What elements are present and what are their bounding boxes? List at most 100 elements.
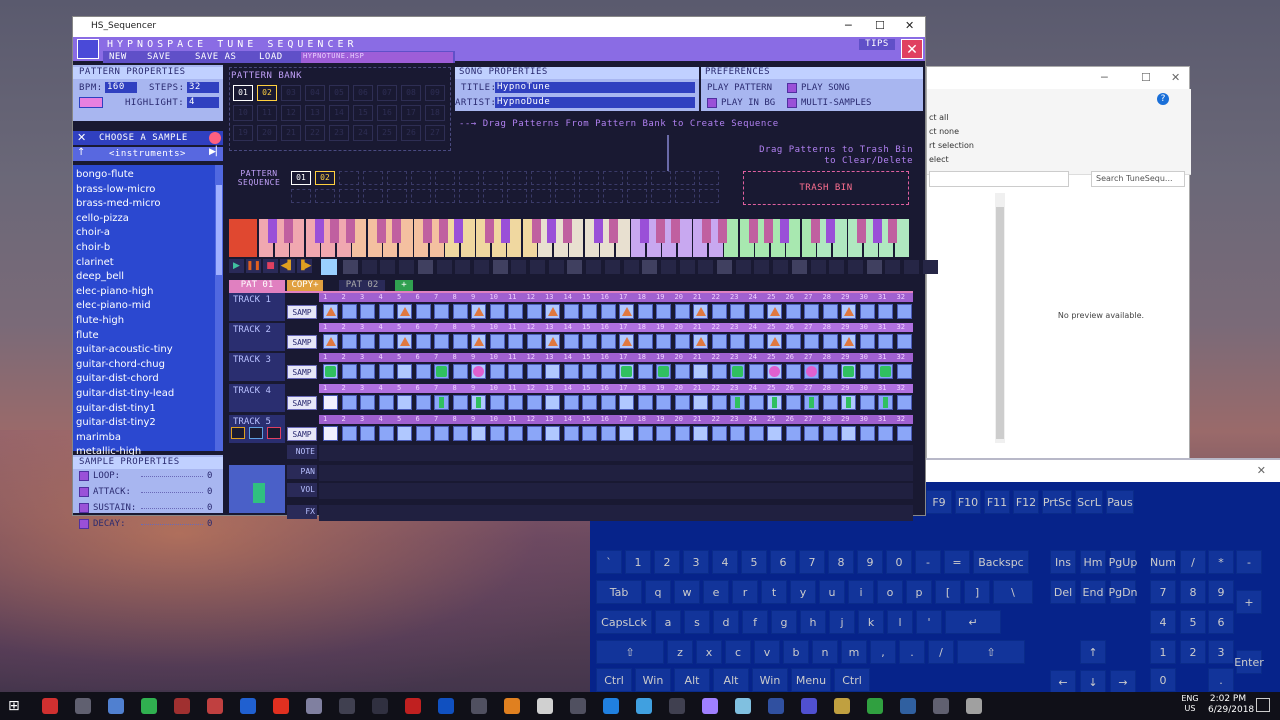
osk-key[interactable]: 6 (770, 550, 796, 574)
step-cell[interactable] (452, 395, 468, 410)
step-cell[interactable] (859, 364, 875, 379)
piano-black-key[interactable] (345, 219, 355, 243)
osk-nav-key[interactable]: Ins (1050, 550, 1076, 574)
step-cell[interactable] (341, 334, 357, 349)
pattern-tab[interactable]: PAT 02 (339, 280, 385, 291)
osk-key[interactable]: Ctrl (834, 668, 870, 692)
sample-item[interactable]: guitar-dist-tiny2 (76, 417, 156, 428)
step-cell[interactable] (637, 304, 653, 319)
pattern-color-swatch[interactable] (79, 97, 103, 108)
step-cell[interactable] (896, 395, 912, 410)
osk-key[interactable]: Tab (596, 580, 642, 604)
step-cell[interactable] (693, 334, 708, 349)
step-cell[interactable] (378, 364, 394, 379)
step-cell[interactable] (471, 426, 486, 441)
taskbar-app-icon[interactable] (207, 698, 223, 714)
step-cell[interactable] (674, 304, 690, 319)
step-cell[interactable] (619, 426, 634, 441)
step-cell[interactable] (489, 426, 505, 441)
osk-key[interactable]: Win (635, 668, 671, 692)
forward-icon[interactable]: ▐▶ (297, 259, 312, 273)
step-cell[interactable] (563, 304, 579, 319)
pattern-bank-slot[interactable]: 19 (233, 125, 253, 141)
pattern-bank-slot[interactable]: 17 (401, 105, 421, 121)
piano-black-key[interactable] (423, 219, 432, 243)
sample-item[interactable]: guitar-acoustic-tiny (76, 344, 173, 355)
pattern-bank-slot[interactable]: 03 (281, 85, 301, 101)
piano-black-key[interactable] (500, 219, 510, 243)
pattern-bank-slot[interactable]: 10 (233, 105, 253, 121)
sequence-slot[interactable] (291, 189, 311, 203)
bpm-input[interactable]: 160 (105, 82, 137, 93)
piano-black-key[interactable] (531, 219, 541, 243)
delete-icon[interactable] (267, 427, 281, 439)
step-cell[interactable] (730, 334, 745, 349)
menu-new[interactable]: NEW (109, 52, 127, 62)
sample-item[interactable]: clarinet (76, 257, 114, 268)
osk-key[interactable]: [ (935, 580, 961, 604)
sample-item[interactable]: guitar-dist-tiny-lead (76, 388, 174, 399)
osk-key[interactable]: PrtSc (1042, 490, 1072, 514)
sequence-slot[interactable] (315, 189, 335, 203)
pattern-bank-slot[interactable]: 15 (353, 105, 373, 121)
piano-black-key[interactable] (485, 219, 494, 243)
sample-list[interactable]: bongo-flute brass-low-micro brass-med-micr… (73, 165, 215, 457)
step-cell[interactable] (804, 395, 819, 410)
step-cell[interactable] (508, 304, 523, 319)
pref-checkbox[interactable] (787, 83, 797, 93)
step-cell[interactable] (637, 364, 653, 379)
taskbar-app-icon[interactable] (801, 698, 817, 714)
step-cell[interactable] (859, 334, 875, 349)
piano-black-key[interactable] (748, 219, 758, 243)
rewind-icon[interactable]: ◀▌ (280, 259, 295, 273)
osk-key[interactable]: l (887, 610, 913, 634)
osk-key[interactable]: r (732, 580, 758, 604)
step-cell[interactable] (526, 364, 542, 379)
pattern-tab[interactable]: PAT 01 (229, 280, 285, 291)
sequence-slot[interactable] (387, 171, 407, 185)
step-cell[interactable] (730, 426, 745, 441)
pattern-bank-slot[interactable]: 13 (305, 105, 325, 121)
osk-key[interactable]: F10 (955, 490, 981, 514)
step-cell[interactable] (841, 395, 856, 410)
help-icon[interactable]: ? (1157, 93, 1169, 105)
step-cell[interactable] (637, 426, 653, 441)
sequence-slot[interactable] (603, 189, 623, 203)
close-icon[interactable]: ✕ (1171, 71, 1180, 84)
step-cell[interactable] (637, 334, 653, 349)
pattern-bank-slot[interactable]: 02 (257, 85, 277, 101)
pattern-bank-slot[interactable]: 04 (305, 85, 325, 101)
step-cell[interactable] (841, 334, 856, 349)
taskbar-app-icon[interactable] (240, 698, 256, 714)
step-cell[interactable] (785, 426, 801, 441)
step-cell[interactable] (323, 426, 338, 441)
window-close-icon[interactable]: ✕ (905, 19, 914, 32)
sequence-slot[interactable] (435, 189, 455, 203)
ribbon-select-all[interactable]: ct all (929, 113, 948, 122)
step-cell[interactable] (748, 364, 764, 379)
step-cell[interactable] (730, 304, 745, 319)
osk-key[interactable]: Alt (713, 668, 749, 692)
step-cell[interactable] (878, 304, 893, 319)
piano-black-key[interactable] (283, 219, 293, 243)
osk-nav-key[interactable]: ↓ (1080, 670, 1106, 694)
piano-black-key[interactable] (314, 219, 324, 243)
sequence-slot[interactable] (627, 189, 647, 203)
step-cell[interactable] (674, 426, 690, 441)
minimize-icon[interactable]: ─ (1101, 71, 1108, 84)
step-cell[interactable] (804, 334, 819, 349)
taskbar-app-icon[interactable] (900, 698, 916, 714)
sample-item[interactable]: guitar-dist-chord (76, 373, 159, 384)
step-cell[interactable] (711, 304, 727, 319)
step-cell[interactable] (767, 334, 782, 349)
osk-key[interactable]: w (674, 580, 700, 604)
pattern-bank-slot[interactable]: 09 (425, 85, 445, 101)
piano-black-key[interactable] (857, 219, 866, 243)
taskbar-app-icon[interactable] (636, 698, 652, 714)
sequence-slot[interactable] (363, 189, 383, 203)
step-cell[interactable] (878, 426, 893, 441)
piano-keyboard[interactable] (229, 219, 913, 257)
osk-key[interactable]: g (771, 610, 797, 634)
sequencer-window[interactable]: HS_Sequencer ─ ☐ ✕ HYPNOSPACE TUNE SEQUE… (72, 16, 938, 529)
taskbar-app-icon[interactable] (603, 698, 619, 714)
